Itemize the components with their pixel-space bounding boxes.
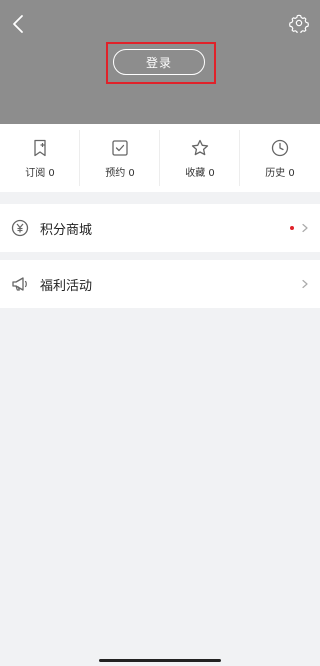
menu-label-welfare-activities: 福利活动 <box>40 278 93 294</box>
notification-dot <box>290 226 294 230</box>
quick-item-reserve[interactable]: 预约 0 <box>80 124 160 192</box>
chevron-right-icon <box>302 279 308 289</box>
menu-item-welfare-activities[interactable]: 福利活动 <box>0 260 320 308</box>
quick-item-history[interactable]: 历史 0 <box>240 124 320 192</box>
quick-actions-bar: 订阅 0 预约 0 收藏 0 历史 0 <box>0 124 320 192</box>
menu-label-points-mall: 积分商城 <box>40 222 93 238</box>
quick-label-subscribe: 订阅 0 <box>25 167 55 179</box>
home-indicator[interactable] <box>99 659 221 662</box>
back-button[interactable] <box>8 12 28 36</box>
menu-item-points-mall[interactable]: 积分商城 <box>0 204 320 252</box>
profile-header: 登录 <box>0 0 320 124</box>
quick-label-reserve: 预约 0 <box>105 167 135 179</box>
yen-coin-icon <box>11 219 29 237</box>
quick-label-favorite: 收藏 0 <box>185 167 215 179</box>
quick-item-favorite[interactable]: 收藏 0 <box>160 124 240 192</box>
bookmark-icon <box>34 139 46 156</box>
chevron-right-icon <box>302 223 308 233</box>
clock-icon <box>271 139 289 156</box>
star-icon <box>191 139 209 155</box>
megaphone-icon <box>12 277 27 291</box>
back-arrow-icon <box>13 15 23 33</box>
checkbox-icon <box>112 139 128 156</box>
quick-item-subscribe[interactable]: 订阅 0 <box>0 124 80 192</box>
settings-button[interactable] <box>288 12 310 34</box>
gear-icon <box>289 14 309 33</box>
login-button[interactable]: 登录 <box>113 49 205 75</box>
quick-label-history: 历史 0 <box>265 167 295 179</box>
